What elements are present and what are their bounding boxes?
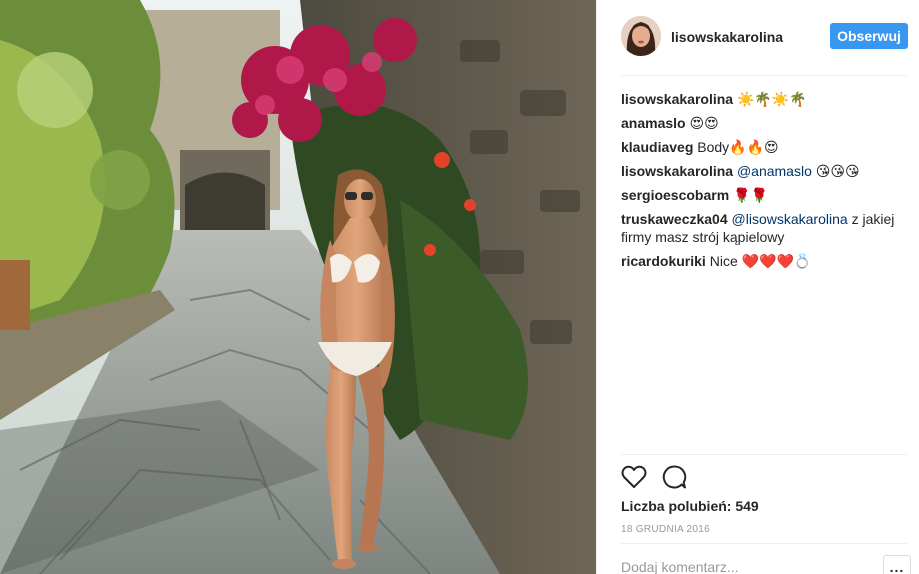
comment-bubble-icon[interactable] [661,464,687,495]
comment-item: lisowskakarolina @anamaslo 😘😘😘 [621,162,906,180]
comment-text: 😍😍 [689,115,719,131]
comment-mention[interactable]: @lisowskakarolina [732,211,848,227]
comment-text: ☀️🌴☀️🌴 [736,91,807,107]
add-comment-input[interactable] [621,556,861,574]
comment-username[interactable]: lisowskakarolina [621,91,733,107]
follow-button[interactable]: Obserwuj [830,23,908,49]
comment-text: 😘😘😘 [815,163,860,179]
actions-divider [621,454,907,455]
likes-count[interactable]: Liczba polubień: 549 [621,498,759,514]
avatar-image [621,16,661,56]
comment-username[interactable]: anamaslo [621,115,686,131]
comment-username[interactable]: lisowskakarolina [621,163,733,179]
comment-username[interactable]: sergioescobarm [621,187,729,203]
comment-box-divider [621,543,907,544]
comment-list: lisowskakarolina ☀️🌴☀️🌴 anamaslo 😍😍 klau… [621,90,906,276]
post-photo[interactable] [0,0,596,574]
comment-username[interactable]: klaudiaveg [621,139,693,155]
comment-text: Body🔥🔥😍 [697,139,779,155]
comment-item: truskaweczka04 @lisowskakarolina z jakie… [621,210,906,246]
comment-username[interactable]: truskaweczka04 [621,211,728,227]
comment-username[interactable]: ricardokuriki [621,253,706,269]
post-sidebar: lisowskakarolina Obserwuj lisowskakaroli… [596,0,919,574]
comment-text: Nice ❤️❤️❤️💍 [709,253,812,269]
comment-item: ricardokuriki Nice ❤️❤️❤️💍 [621,252,906,270]
more-options-button[interactable]: ... [883,555,911,574]
photo-illustration [0,0,596,574]
post-date: 18 GRUDNIA 2016 [621,524,710,535]
comment-item: lisowskakarolina ☀️🌴☀️🌴 [621,90,906,108]
post-author-username[interactable]: lisowskakarolina [671,29,783,45]
comment-text: 🌹🌹 [733,187,768,203]
comment-item: klaudiaveg Body🔥🔥😍 [621,138,906,156]
avatar[interactable] [621,16,661,56]
header-divider [621,75,907,76]
heart-icon[interactable] [621,465,647,494]
comment-mention[interactable]: @anamaslo [737,163,812,179]
comment-item: sergioescobarm 🌹🌹 [621,186,906,204]
comment-item: anamaslo 😍😍 [621,114,906,132]
